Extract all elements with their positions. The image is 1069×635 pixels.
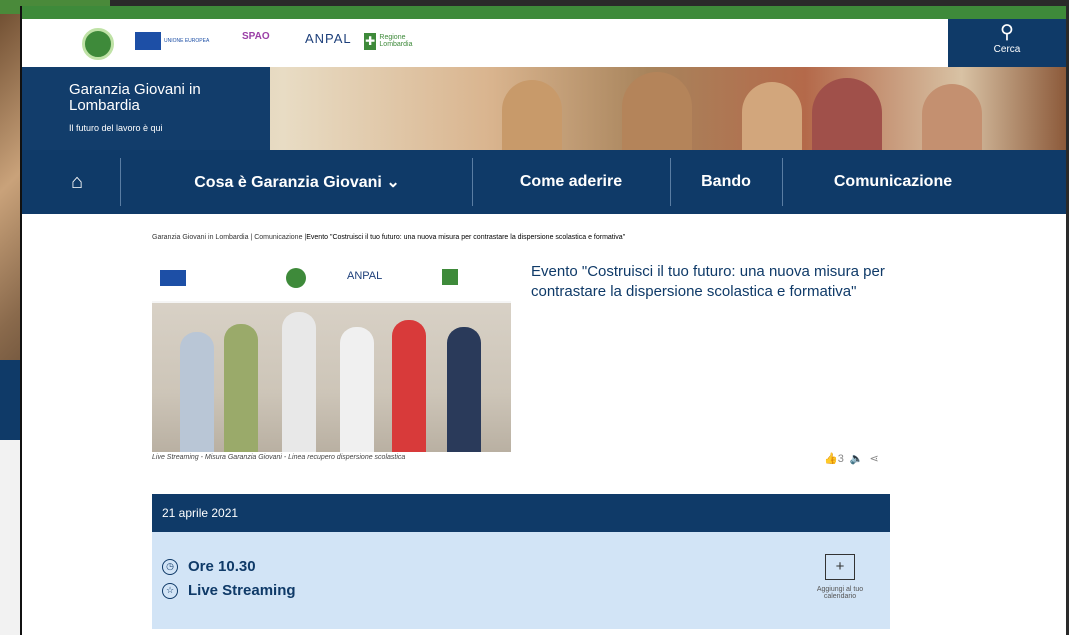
home-icon[interactable]: ⌂	[52, 150, 102, 214]
event-time: Ore 10.30	[188, 558, 256, 575]
speaker-icon[interactable]: 🔈	[850, 452, 864, 465]
photo-person	[180, 332, 214, 452]
hero-person	[812, 78, 882, 150]
photo-person	[392, 320, 426, 452]
like-count: 3	[837, 453, 844, 465]
clock-icon: ◷	[162, 558, 178, 575]
photo-person	[447, 327, 481, 452]
add-to-calendar-button[interactable]: + Aggiungi al tuo calendario	[810, 554, 870, 600]
add-to-calendar-label: Aggiungi al tuo calendario	[816, 586, 864, 600]
event-place: Live Streaming	[188, 582, 296, 599]
nav-divider	[120, 158, 121, 206]
main-nav: ⌂ Cosa è Garanzia Giovani ⌄ Come aderire…	[22, 150, 1066, 214]
event-place-row: ☆ Live Streaming	[162, 582, 296, 599]
thumbs-up-icon: 👍	[824, 453, 838, 465]
hero-banner: Garanzia Giovani in Lombardia Il futuro …	[22, 67, 1066, 150]
nav-bando[interactable]: Bando	[670, 150, 782, 214]
nav-comunicazione[interactable]: Comunicazione	[782, 150, 1004, 214]
event-photo	[152, 303, 511, 452]
photo-person	[224, 324, 258, 452]
site-title[interactable]: Garanzia Giovani in Lombardia	[69, 82, 269, 114]
hero-person	[922, 84, 982, 150]
breadcrumb-comunicazione-link[interactable]: Comunicazione	[254, 234, 302, 241]
nav-cosa-e-garanzia-giovani[interactable]: Cosa è Garanzia Giovani ⌄	[122, 150, 472, 214]
calendar-add-icon: +	[825, 554, 855, 580]
image-caption: Live Streaming - Misura Garanzia Giovani…	[152, 454, 406, 461]
eu-logo-text: UNIONE EUROPEA	[164, 38, 210, 44]
logo-bar: UNIONE EUROPEA SPAO ANPAL ✚ Regione Lomb…	[22, 19, 1066, 67]
event-date: 21 aprile 2021	[152, 494, 890, 532]
eu-flag-icon	[160, 270, 186, 286]
breadcrumb-home-link[interactable]: Garanzia Giovani in Lombardia	[152, 234, 249, 241]
nav-come-aderire[interactable]: Come aderire	[472, 150, 670, 214]
regione-logo-text: Regione Lombardia	[379, 34, 413, 48]
location-icon: ☆	[162, 582, 178, 599]
share-icon[interactable]: ⋖	[870, 452, 879, 465]
hero-title-box: Garanzia Giovani in Lombardia Il futuro …	[22, 67, 270, 150]
regione-lombardia-logo: ✚ Regione Lombardia	[364, 31, 424, 51]
search-icon: ⚲	[1000, 22, 1014, 43]
hero-person	[742, 82, 802, 150]
anpal-logo: ANPAL	[347, 270, 383, 282]
search-button[interactable]: ⚲ Cerca	[948, 19, 1066, 67]
breadcrumb: Garanzia Giovani in Lombardia | Comunica…	[152, 234, 626, 241]
background-page	[0, 440, 20, 635]
event-image: ANPAL	[152, 256, 511, 452]
regione-icon	[442, 269, 458, 285]
garanzia-giovani-logo	[286, 268, 306, 288]
spao-logo: SPAO	[242, 31, 270, 42]
event-info-box: ◷ Ore 10.30 ☆ Live Streaming + Aggiungi …	[152, 532, 890, 629]
regione-icon: ✚	[364, 32, 377, 50]
hero-person	[622, 72, 692, 150]
breadcrumb-current: Evento "Costruisci il tuo futuro: una nu…	[306, 234, 626, 241]
eu-flag-icon	[135, 32, 161, 50]
photo-person	[282, 312, 316, 452]
event-time-row: ◷ Ore 10.30	[162, 558, 256, 575]
event-actions: 👍3 🔈 ⋖	[824, 452, 879, 465]
event-title: Evento "Costruisci il tuo futuro: una nu…	[531, 263, 885, 300]
top-green-line	[22, 6, 1066, 19]
like-button[interactable]: 👍3	[824, 452, 844, 465]
search-label: Cerca	[993, 44, 1021, 55]
eu-logo: UNIONE EUROPEA	[135, 31, 219, 51]
photo-person	[340, 327, 374, 452]
anpal-logo: ANPAL	[305, 31, 352, 46]
garanzia-giovani-logo[interactable]	[82, 28, 114, 60]
event-image-logos: ANPAL	[152, 256, 511, 301]
hero-person	[502, 80, 562, 150]
site-subtitle: Il futuro del lavoro è qui	[69, 123, 163, 133]
